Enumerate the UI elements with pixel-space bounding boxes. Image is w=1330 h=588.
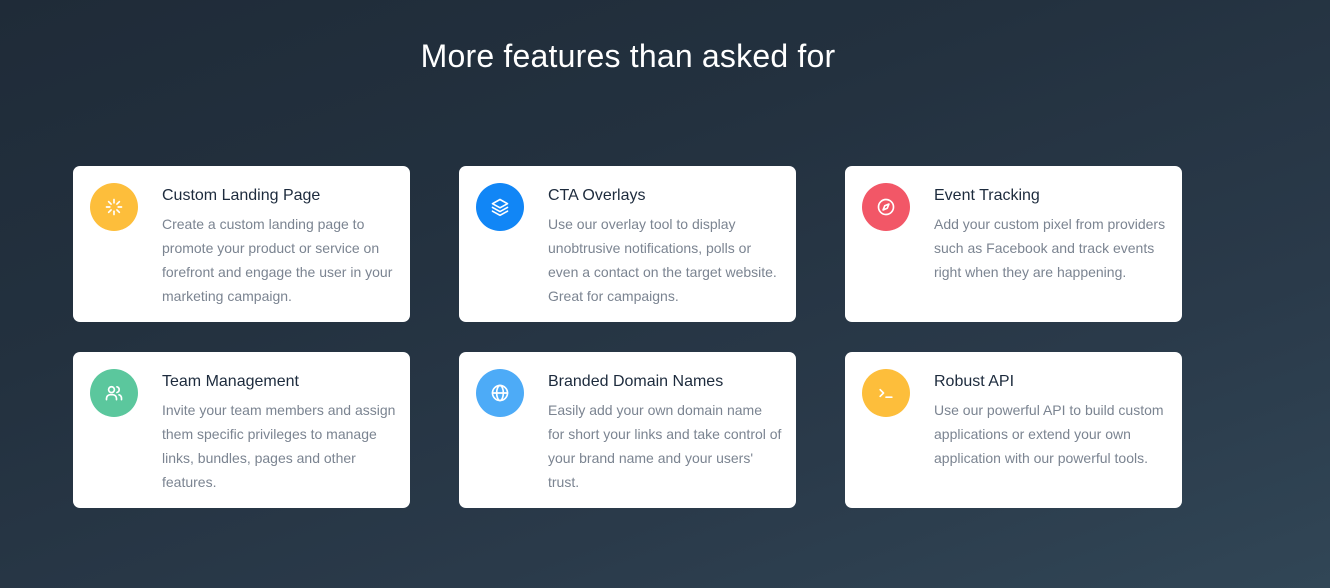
terminal-icon bbox=[862, 369, 910, 417]
feature-title: CTA Overlays bbox=[548, 187, 646, 204]
loader-icon bbox=[90, 183, 138, 231]
features-grid: Custom Landing Page Create a custom land… bbox=[73, 166, 1182, 508]
feature-description: Use our powerful API to build custom app… bbox=[934, 402, 1164, 466]
section-title: More features than asked for bbox=[420, 38, 836, 74]
feature-card-branded-domain-names: Branded Domain Names Easily add your own… bbox=[459, 352, 796, 508]
feature-title: Custom Landing Page bbox=[162, 187, 321, 204]
users-icon bbox=[90, 369, 138, 417]
feature-card-team-management: Team Management Invite your team members… bbox=[73, 352, 410, 508]
feature-card-custom-landing-page: Custom Landing Page Create a custom land… bbox=[73, 166, 410, 322]
feature-description: Add your custom pixel from providers suc… bbox=[934, 216, 1166, 280]
feature-title: Robust API bbox=[934, 373, 1015, 390]
feature-description: Invite your team members and assign them… bbox=[162, 402, 396, 490]
feature-card-cta-overlays: CTA Overlays Use our overlay tool to dis… bbox=[459, 166, 796, 322]
feature-title: Event Tracking bbox=[934, 187, 1040, 204]
feature-description: Create a custom landing page to promote … bbox=[162, 216, 393, 304]
feature-card-robust-api: Robust API Use our powerful API to build… bbox=[845, 352, 1182, 508]
layers-icon bbox=[476, 183, 524, 231]
feature-description: Use our overlay tool to display unobtrus… bbox=[548, 216, 777, 304]
globe-icon bbox=[476, 369, 524, 417]
feature-title: Branded Domain Names bbox=[548, 373, 724, 390]
feature-description: Easily add your own domain name for shor… bbox=[548, 402, 782, 490]
compass-icon bbox=[862, 183, 910, 231]
feature-card-event-tracking: Event Tracking Add your custom pixel fro… bbox=[845, 166, 1182, 322]
feature-title: Team Management bbox=[162, 373, 299, 390]
